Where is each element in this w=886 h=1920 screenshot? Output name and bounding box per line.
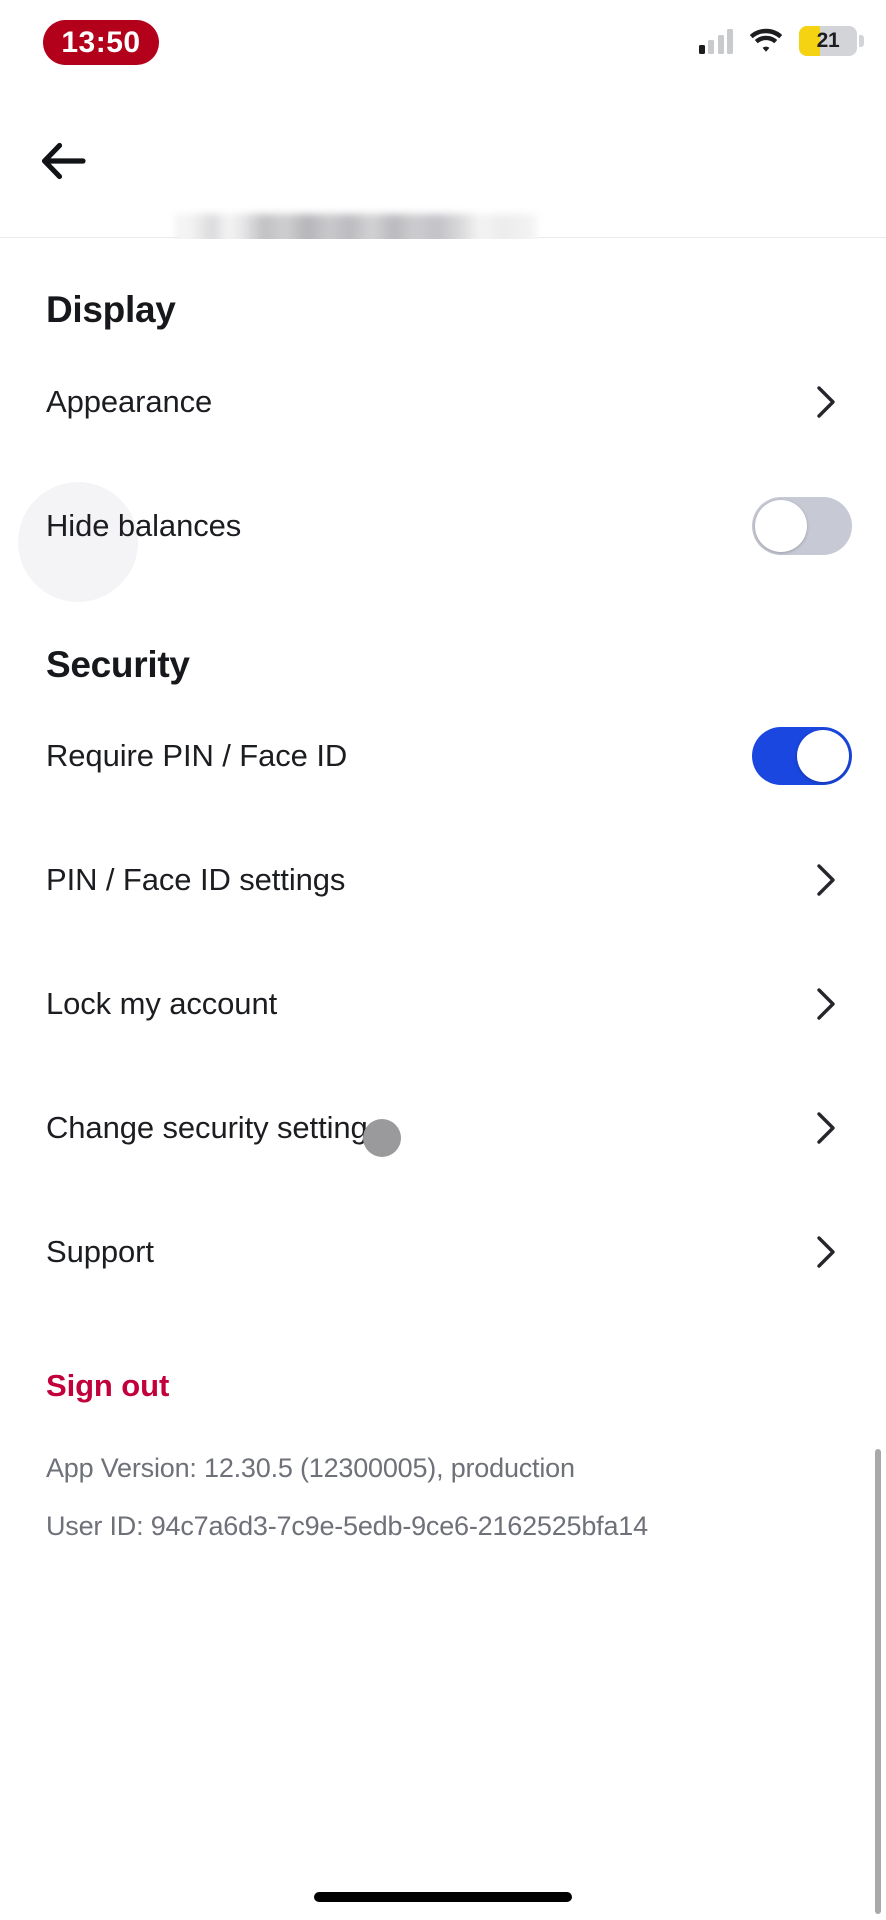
status-time: 13:50 [61, 25, 141, 59]
back-button[interactable] [30, 128, 96, 194]
back-arrow-icon [41, 142, 86, 180]
chevron-right-icon [814, 863, 840, 897]
battery-percent: 21 [816, 29, 840, 52]
row-require-pin-face-id[interactable]: Require PIN / Face ID [0, 708, 886, 804]
row-hide-balances[interactable]: Hide balances [0, 478, 886, 574]
row-label-appearance: Appearance [46, 384, 213, 419]
chevron-right-icon [814, 1235, 840, 1269]
battery-icon: 21 [799, 26, 864, 56]
row-label-require-pin-face-id: Require PIN / Face ID [46, 738, 348, 773]
navigation-bar [0, 92, 886, 260]
row-label-support: Support [46, 1234, 154, 1269]
section-header-security: Security [46, 644, 190, 685]
row-support[interactable]: Support [0, 1204, 886, 1300]
row-label-lock-my-account: Lock my account [46, 986, 278, 1021]
row-lock-my-account[interactable]: Lock my account [0, 956, 886, 1052]
chevron-right-icon [814, 385, 840, 419]
cellular-signal-icon [698, 28, 733, 54]
toggle-hide-balances[interactable] [752, 497, 852, 555]
home-indicator [314, 1892, 572, 1902]
vertical-scrollbar[interactable] [875, 1449, 881, 1914]
app-version-text: App Version: 12.30.5 (12300005), product… [46, 1453, 575, 1483]
row-label-hide-balances: Hide balances [46, 508, 242, 543]
settings-screen: 13:50 21 Display Appearance Hide balance… [0, 0, 886, 1920]
row-label-pin-face-id-settings: PIN / Face ID settings [46, 862, 346, 897]
row-pin-face-id-settings[interactable]: PIN / Face ID settings [0, 832, 886, 928]
status-bar: 13:50 21 [0, 0, 886, 92]
chevron-right-icon [814, 1111, 840, 1145]
settings-content: Display Appearance Hide balances Securit… [0, 239, 886, 1914]
toggle-require-pin-face-id[interactable] [752, 727, 852, 785]
status-icons: 21 [698, 26, 864, 56]
chevron-right-icon [814, 987, 840, 1021]
row-change-security-settings[interactable]: Change security settings [0, 1080, 886, 1176]
section-header-display: Display [46, 289, 176, 330]
user-id-text: User ID: 94c7a6d3-7c9e-5edb-9ce6-2162525… [46, 1511, 648, 1541]
row-appearance[interactable]: Appearance [0, 354, 886, 450]
wifi-icon [749, 28, 783, 52]
tap-cursor-indicator [363, 1119, 401, 1157]
status-time-badge: 13:50 [43, 20, 159, 65]
sign-out-button[interactable]: Sign out [46, 1368, 169, 1404]
row-label-change-security-settings: Change security settings [46, 1110, 384, 1145]
